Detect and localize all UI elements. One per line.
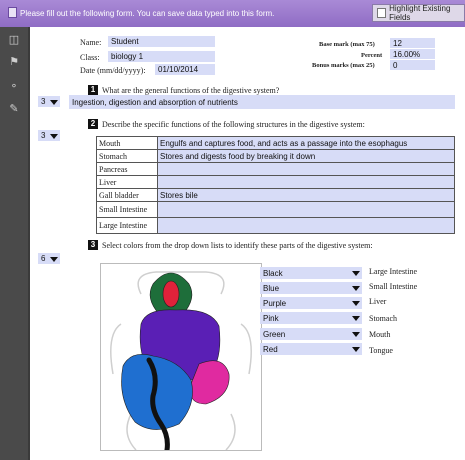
color-select-value: Pink [263,313,279,323]
form-notice-text: Please fill out the following form. You … [20,9,275,18]
part-label: Mouth [369,330,391,339]
part-label: Tongue [369,346,393,355]
structure-name: Liver [96,175,158,189]
question-1-score-value: 3 [41,97,46,106]
structure-answer-field[interactable] [157,201,455,218]
structure-answer-field[interactable]: Stores and digests food by breaking it d… [157,149,455,163]
question-3-score-select[interactable]: 6 [38,253,60,264]
structure-name: Large Intestine [96,217,158,234]
table-row: Stomach Stores and digests food by breaki… [96,149,455,163]
class-field[interactable]: biology 1 [108,51,215,62]
chevron-down-icon [352,332,360,337]
navigation-sidebar: ◫ ⚑ ∘ ✎ [0,27,28,460]
question-1-number: 1 [88,85,98,95]
structure-answer-field[interactable] [157,217,455,234]
pages-icon[interactable]: ◫ [8,33,20,46]
chevron-down-icon [352,286,360,291]
chevron-down-icon [352,316,360,321]
table-row: Large Intestine [96,217,455,234]
bookmark-icon[interactable]: ⚑ [8,55,20,68]
base-mark-label: Base mark (max 75) [319,41,375,48]
pdf-page: Name: Student Class: biology 1 Date (mm/… [30,27,465,460]
question-2-score-select[interactable]: 3 [38,130,60,141]
color-select-value: Black [263,268,283,278]
base-mark-field[interactable]: 12 [390,38,435,48]
question-3-score-value: 6 [41,254,46,263]
question-2-score-value: 3 [41,131,46,140]
part-label: Stomach [369,314,397,323]
question-2-number: 2 [88,119,98,129]
class-label: Class: [80,53,100,62]
color-select-large-intestine[interactable]: Black [260,267,362,279]
structure-answer-field[interactable] [157,162,455,176]
percent-label: Percent [361,52,383,59]
signature-icon[interactable]: ✎ [8,102,20,115]
color-select-value: Green [263,329,286,339]
highlight-fields-button[interactable]: Highlight Existing Fields [372,4,465,22]
structure-answer-field[interactable]: Engulfs and captures food, and acts as a… [157,136,455,150]
date-field[interactable]: 01/10/2014 [155,64,215,75]
structure-answer-field[interactable]: Stores bile [157,188,455,202]
attachment-icon[interactable]: ∘ [8,79,20,92]
question-1-text: What are the general functions of the di… [102,86,280,95]
color-select-small-intestine[interactable]: Blue [260,282,362,294]
table-row: Gall bladder Stores bile [96,188,455,202]
table-row: Small Intestine [96,201,455,218]
form-icon [8,7,17,18]
color-select-liver[interactable]: Purple [260,297,362,309]
form-notice-bar: Please fill out the following form. You … [0,0,465,27]
tongue-region [162,280,180,308]
chevron-down-icon [50,133,58,139]
percent-field[interactable]: 16.00% [390,49,435,59]
structures-table: Mouth Engulfs and captures food, and acts… [96,136,455,234]
question-2-text: Describe the specific functions of the f… [102,120,365,129]
structure-answer-field[interactable] [157,175,455,189]
chevron-down-icon [352,347,360,352]
name-field[interactable]: Student [108,36,215,47]
question-3-number: 3 [88,240,98,250]
bonus-marks-field[interactable]: 0 [390,60,435,70]
structure-name: Stomach [96,149,158,163]
question-1-score-select[interactable]: 3 [38,96,60,107]
chevron-down-icon [50,99,58,105]
chevron-down-icon [50,256,58,262]
structure-name: Mouth [96,136,158,150]
table-row: Mouth Engulfs and captures food, and acts… [96,136,455,150]
question-3-text: Select colors from the drop down lists t… [102,241,373,250]
digestive-system-illustration [110,271,252,450]
color-select-value: Blue [263,283,280,293]
part-label: Small Intestine [369,282,418,291]
digestive-system-diagram [100,263,262,451]
structure-name: Gall bladder [96,188,158,202]
part-label: Liver [369,297,387,306]
color-select-value: Red [263,344,278,354]
date-label: Date (mm/dd/yyyy): [80,66,146,75]
chevron-down-icon [352,271,360,276]
color-select-mouth[interactable]: Green [260,328,362,340]
structure-name: Pancreas [96,162,158,176]
chevron-down-icon [352,301,360,306]
color-select-stomach[interactable]: Pink [260,312,362,324]
table-row: Pancreas [96,162,455,176]
structure-name: Small Intestine [96,201,158,218]
table-row: Liver [96,175,455,189]
highlight-fields-label: Highlight Existing Fields [389,4,451,22]
question-1-answer-field[interactable]: Ingestion, digestion and absorption of n… [69,95,455,109]
color-select-tongue[interactable]: Red [260,343,362,355]
highlight-icon [377,8,387,18]
color-select-value: Purple [263,298,287,308]
bonus-marks-label: Bonus marks (max 25) [312,62,375,69]
name-label: Name: [80,38,102,47]
part-label: Large Intestine [369,267,418,276]
